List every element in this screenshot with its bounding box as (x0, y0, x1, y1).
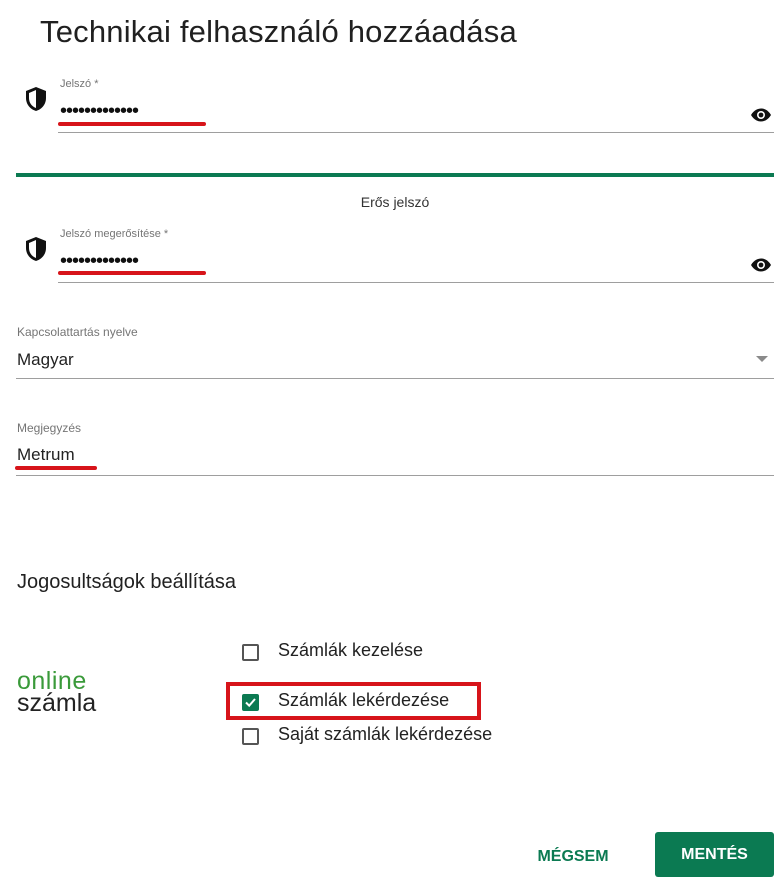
checkbox[interactable] (242, 728, 259, 745)
checkmark-icon (245, 698, 256, 708)
save-button[interactable]: MENTÉS (655, 832, 774, 877)
confirm-password-label: Jelszó megerősítése * (60, 228, 169, 240)
dialog-title: Technikai felhasználó hozzáadása (40, 14, 517, 49)
language-label: Kapcsolattartás nyelve (17, 325, 138, 339)
confirm-password-field[interactable]: Jelszó megerősítése * ••••••••••••• (0, 220, 774, 286)
password-label: Jelszó * (60, 78, 99, 90)
highlight-underline (58, 122, 206, 126)
highlight-underline (15, 466, 97, 470)
confirm-password-underline (58, 282, 774, 283)
permission-label: Számlák lekérdezése (278, 690, 450, 710)
permission-label: Saját számlák lekérdezése (278, 724, 493, 744)
password-field[interactable]: Jelszó * ••••••••••••• (0, 70, 774, 136)
shield-icon (26, 237, 46, 261)
password-value[interactable]: ••••••••••••• (60, 101, 139, 121)
checkbox[interactable] (242, 694, 259, 711)
shield-icon (26, 87, 46, 111)
note-underline (16, 475, 774, 476)
highlight-underline (58, 271, 206, 275)
confirm-password-value[interactable]: ••••••••••••• (60, 251, 139, 271)
online-szamla-logo: online számla (17, 669, 97, 717)
password-underline (58, 132, 774, 133)
language-value[interactable]: Magyar (17, 350, 74, 370)
permission-option[interactable]: Számlák lekérdezése (240, 688, 480, 714)
language-underline (16, 378, 774, 379)
cancel-button[interactable]: MÉGSEM (518, 836, 628, 878)
permissions-title: Jogosultságok beállítása (17, 571, 237, 593)
password-strength-bar (16, 173, 774, 177)
password-strength-text: Erős jelszó (360, 194, 430, 210)
permission-option[interactable]: Számlák kezelése (240, 638, 540, 664)
chevron-down-icon[interactable] (756, 356, 768, 362)
note-label: Megjegyzés (17, 421, 82, 435)
note-field[interactable]: Megjegyzés Metrum (0, 416, 774, 478)
eye-icon[interactable] (750, 258, 772, 272)
logo-szamla-text: számla (17, 689, 97, 717)
eye-icon[interactable] (750, 108, 772, 122)
checkbox[interactable] (242, 644, 259, 661)
permission-label: Számlák kezelése (278, 640, 424, 660)
permission-option[interactable]: Saját számlák lekérdezése (240, 722, 540, 748)
language-select[interactable]: Kapcsolattartás nyelve Magyar (0, 320, 774, 382)
note-value[interactable]: Metrum (17, 445, 75, 465)
